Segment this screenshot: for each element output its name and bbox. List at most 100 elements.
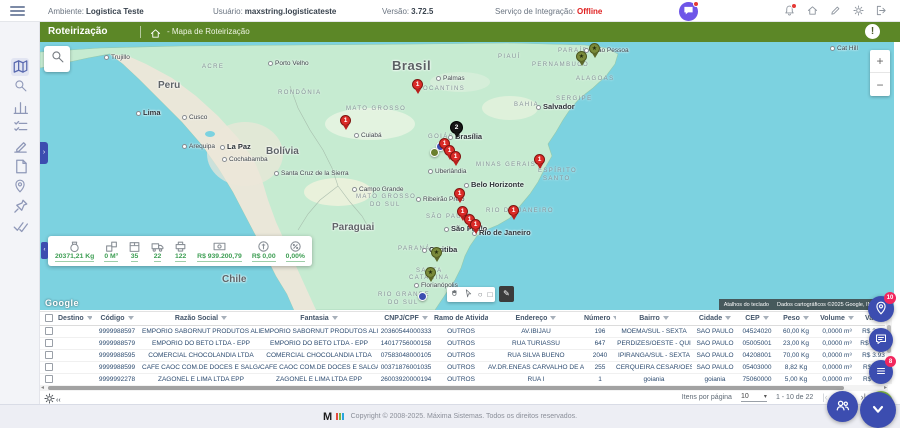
map-marker-red[interactable]: 1: [450, 151, 461, 162]
map-draw-toolbar: ○ □: [447, 287, 495, 302]
circle-select-icon[interactable]: ○: [478, 291, 483, 299]
truck-icon: [151, 240, 164, 253]
map-label: Paraguai: [332, 222, 374, 233]
column-header-volume[interactable]: Volume: [816, 312, 858, 325]
sidebar-item-edit[interactable]: [11, 138, 29, 156]
panel-toggle-chevron[interactable]: ›: [40, 142, 48, 164]
row-checkbox[interactable]: [45, 327, 53, 335]
draw-pencil-button[interactable]: ✎: [499, 286, 514, 302]
filter-icon[interactable]: [422, 316, 428, 320]
map-marker-black[interactable]: 2: [450, 121, 463, 134]
map-marker-red[interactable]: 1: [340, 115, 351, 126]
map-marker-olive-dot[interactable]: [430, 148, 439, 157]
pan-hand-icon[interactable]: [450, 289, 459, 300]
column-header-n-mero[interactable]: Número: [584, 312, 616, 325]
filter-icon[interactable]: [613, 316, 616, 320]
column-header-cep[interactable]: CEP: [738, 312, 776, 325]
message-fab[interactable]: [869, 328, 893, 352]
filter-icon[interactable]: [803, 316, 809, 320]
table-row[interactable]: 9999988579EMPORIO DO BETO LTDA - EPPEMPO…: [40, 337, 885, 349]
column-header-ramo-de-atividade[interactable]: Ramo de Atividade: [434, 312, 488, 325]
table-cell: [58, 349, 92, 361]
filter-icon[interactable]: [128, 316, 134, 320]
filter-icon[interactable]: [550, 316, 556, 320]
zoom-out-button[interactable]: −: [870, 73, 890, 96]
users-fab[interactable]: [827, 391, 858, 422]
table-horizontal-scrollbar[interactable]: ◂ ▸: [40, 385, 888, 391]
map-marker-red[interactable]: 1: [412, 79, 423, 90]
map-marker-green-star[interactable]: [425, 267, 436, 278]
row-checkbox[interactable]: [45, 375, 53, 383]
collapse-fab[interactable]: [860, 392, 896, 428]
scroll-left-arrow[interactable]: ◂: [41, 384, 44, 391]
table-row[interactable]: 9999988599CAFE CAOC COM.DE DOCES E SALGA…: [40, 361, 885, 373]
filter-icon[interactable]: [87, 316, 92, 320]
column-header-cnpj-cpf[interactable]: CNPJ/CPF: [378, 312, 434, 325]
home-button[interactable]: [806, 4, 819, 17]
rect-select-icon[interactable]: □: [488, 291, 493, 299]
map-marker-green-star[interactable]: [589, 43, 600, 54]
settings-button[interactable]: [852, 4, 865, 17]
alert-button[interactable]: !: [865, 24, 880, 39]
sidebar-item-checklist[interactable]: [11, 118, 29, 136]
table-cell: goiania: [692, 373, 738, 384]
chat-fab[interactable]: [679, 2, 698, 21]
map-marker-green-star[interactable]: [431, 247, 442, 258]
table-cell: SAO PAULO: [692, 361, 738, 373]
row-checkbox[interactable]: [45, 351, 53, 359]
breadcrumb-home-icon[interactable]: [150, 26, 161, 37]
map-marker-red[interactable]: 1: [508, 205, 519, 216]
notifications-button[interactable]: [783, 4, 796, 17]
cursor-select-icon[interactable]: [464, 289, 473, 300]
row-checkbox[interactable]: [45, 363, 53, 371]
keyboard-shortcuts-link[interactable]: Atalhos do teclado: [724, 302, 769, 308]
filter-icon[interactable]: [763, 316, 769, 320]
select-all-header[interactable]: [40, 312, 58, 325]
column-header-c-digo[interactable]: Código: [92, 312, 142, 325]
column-header-cidade[interactable]: Cidade: [692, 312, 738, 325]
chevron-down-icon: [870, 401, 886, 420]
filter-icon[interactable]: [725, 316, 731, 320]
scroll-right-arrow[interactable]: ▸: [884, 384, 887, 391]
edit-button[interactable]: [829, 4, 842, 17]
filter-icon[interactable]: [332, 316, 338, 320]
filter-icon[interactable]: [663, 316, 669, 320]
table-cell: 20360544000333: [378, 325, 434, 337]
table-row[interactable]: 9999992278ZAGONEL E LIMA LTDA EPPZAGONEL…: [40, 373, 885, 384]
map-marker-blue-dot[interactable]: [418, 292, 427, 301]
row-checkbox[interactable]: [45, 339, 53, 347]
sidebar-item-points[interactable]: [11, 178, 29, 196]
column-header-peso[interactable]: Peso: [776, 312, 816, 325]
table-settings-button[interactable]: ‹‹: [44, 391, 61, 409]
logout-button[interactable]: [875, 4, 888, 17]
list-fab-badge: 8: [885, 356, 896, 367]
column-header-raz-o-social[interactable]: Razão Social: [142, 312, 260, 325]
column-header-endere-o[interactable]: Endereço: [488, 312, 584, 325]
filter-icon[interactable]: [221, 316, 227, 320]
hamburger-menu-icon[interactable]: [10, 6, 25, 16]
table-cell: CAFE CAOC COM.DE DOCES E SALGADOS LTDA: [260, 361, 378, 373]
table-row[interactable]: 9999988595COMERCIAL CHOCOLANDIA LTDACOME…: [40, 349, 885, 361]
filter-icon[interactable]: [848, 316, 854, 320]
sidebar-item-approvals[interactable]: [11, 218, 29, 236]
column-header-fantasia[interactable]: Fantasia: [260, 312, 378, 325]
map-canvas[interactable]: Brasil Peru Bolívia Paraguai Chile ACRE …: [40, 42, 894, 310]
stats-collapse-chevron[interactable]: ‹: [41, 242, 48, 259]
map-marker-red[interactable]: 1: [454, 188, 465, 199]
sidebar-item-reports[interactable]: [11, 98, 29, 116]
select-all-checkbox[interactable]: [45, 314, 53, 322]
map-marker-green-star[interactable]: [576, 51, 587, 62]
map-search-button[interactable]: [44, 46, 70, 72]
map-marker-red[interactable]: 1: [470, 219, 481, 230]
table-row[interactable]: 9999988597EMPORIO SABORNUT PRODUTOS ALIM…: [40, 325, 885, 337]
items-per-page-select[interactable]: 10▾: [741, 393, 767, 402]
column-header-destino[interactable]: Destino: [58, 312, 92, 325]
scrollbar-thumb[interactable]: [48, 386, 844, 390]
map-marker-red[interactable]: 1: [534, 154, 545, 165]
sidebar-item-map[interactable]: [11, 58, 29, 76]
sidebar-item-search[interactable]: [11, 78, 29, 96]
sidebar-item-documents[interactable]: [11, 158, 29, 176]
zoom-in-button[interactable]: +: [870, 50, 890, 73]
column-header-bairro[interactable]: Bairro: [616, 312, 692, 325]
sidebar-item-routes[interactable]: [11, 198, 29, 216]
